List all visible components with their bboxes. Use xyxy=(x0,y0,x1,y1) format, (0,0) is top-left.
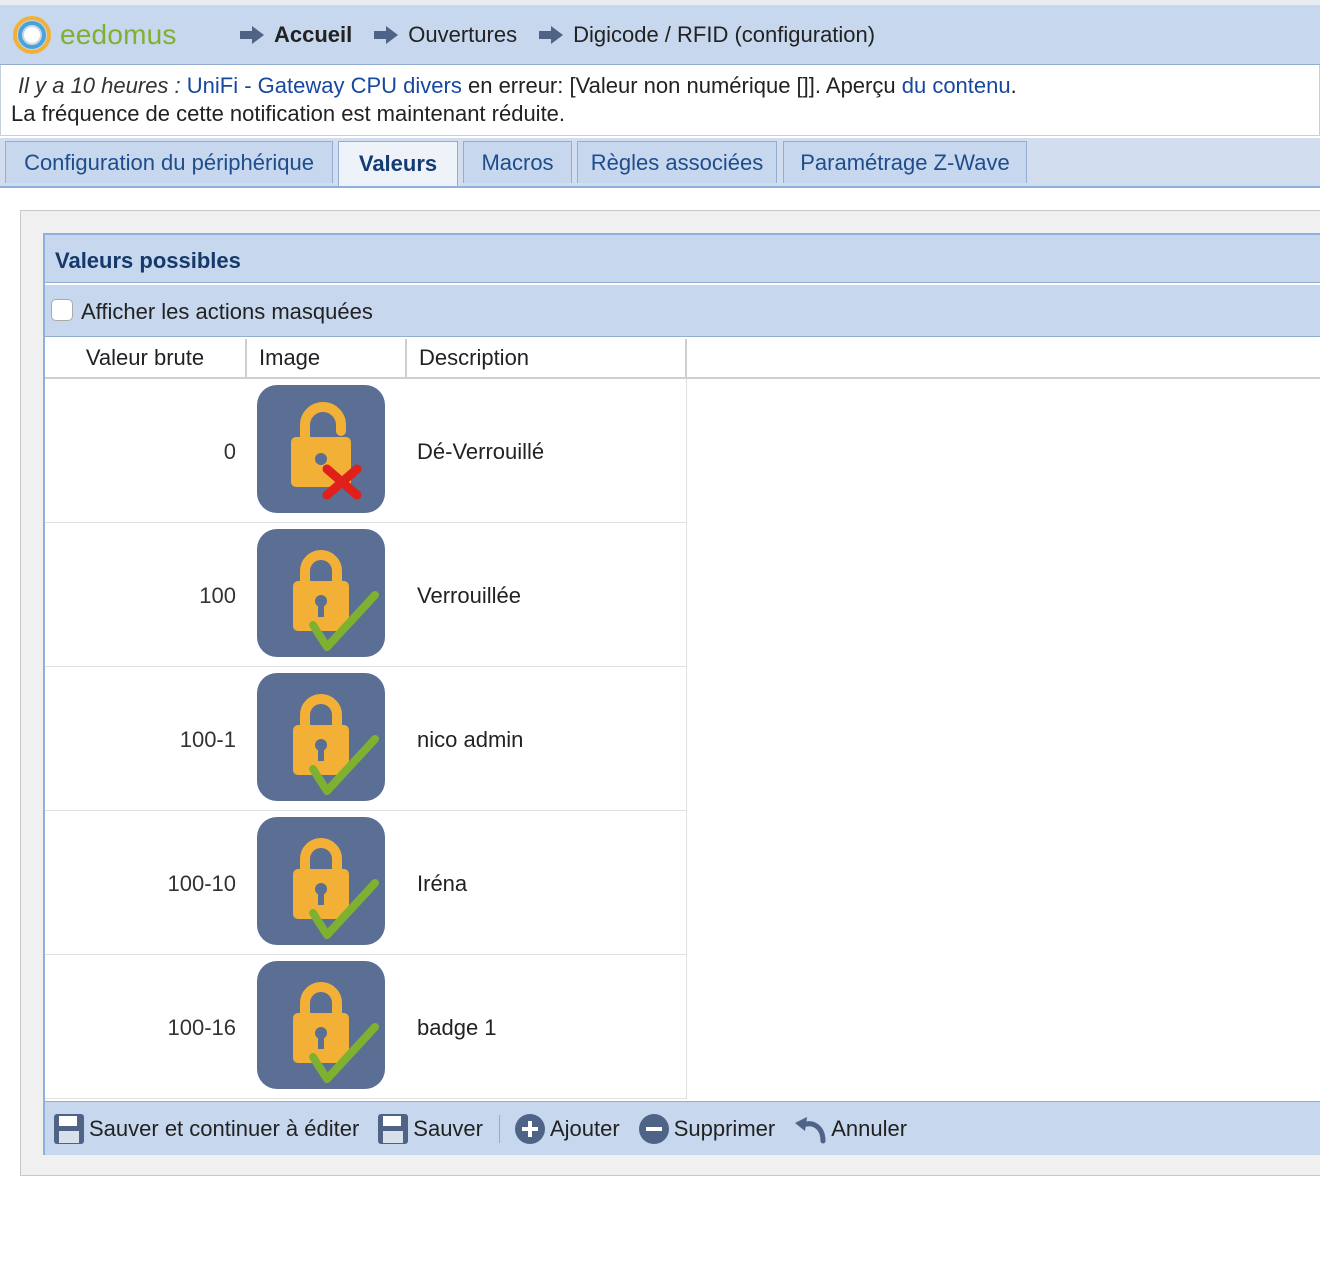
column-header-valeur-brute[interactable]: Valeur brute xyxy=(45,339,247,377)
locked-padlock-green-check-icon xyxy=(257,529,385,657)
raw-value: 100-1 xyxy=(179,727,236,752)
raw-value: 100-10 xyxy=(167,871,236,896)
show-hidden-row: Afficher les actions masquées xyxy=(45,285,1320,337)
table-header: Valeur brute Image Description xyxy=(45,339,1320,379)
breadcrumb-item-ouvertures[interactable]: Ouvertures xyxy=(372,22,517,48)
save-continue-button[interactable]: Sauver et continuer à éditer xyxy=(53,1113,359,1145)
show-hidden-checkbox[interactable] xyxy=(51,299,73,321)
locked-padlock-green-check-icon xyxy=(257,961,385,1089)
top-header: eedomus Accueil Ouvertures Digicode / RF… xyxy=(0,5,1320,65)
tab-configuration[interactable]: Configuration du périphérique xyxy=(5,141,333,183)
column-header-description[interactable]: Description xyxy=(407,339,687,377)
tab-valeurs[interactable]: Valeurs xyxy=(338,141,458,186)
toolbar-separator xyxy=(499,1114,500,1143)
tab-macros[interactable]: Macros xyxy=(463,141,572,183)
action-toolbar: Sauver et continuer à éditer Sauver Ajou… xyxy=(45,1101,1320,1155)
tab-bar: Configuration du périphérique Valeurs Ma… xyxy=(0,138,1320,188)
notification-line-1: Il y a 10 heures : UniFi - Gateway CPU d… xyxy=(18,73,1017,98)
notification-message: en erreur: [Valeur non numérique []]. Ap… xyxy=(467,73,896,98)
show-hidden-label[interactable]: Afficher les actions masquées xyxy=(81,299,373,325)
raw-value: 100 xyxy=(199,583,236,608)
column-header-image[interactable]: Image xyxy=(247,339,407,377)
delete-button[interactable]: Supprimer xyxy=(638,1113,775,1145)
breadcrumb-item-digicode[interactable]: Digicode / RFID (configuration) xyxy=(537,22,875,48)
table-row[interactable]: 100-16 badge 1 xyxy=(45,955,687,1099)
plus-circle-icon xyxy=(515,1113,545,1144)
raw-value: 0 xyxy=(223,439,236,464)
error-notification: Il y a 10 heures : UniFi - Gateway CPU d… xyxy=(0,65,1320,136)
arrow-right-icon xyxy=(374,26,399,44)
table-row[interactable]: 100-10 Iréna xyxy=(45,811,687,955)
locked-padlock-green-check-icon xyxy=(257,673,385,801)
table-row[interactable]: 100-1 nico admin xyxy=(45,667,687,811)
value-description: Verrouillée xyxy=(417,583,521,608)
values-box-title: Valeurs possibles xyxy=(55,248,241,273)
arrow-right-icon xyxy=(240,26,264,44)
floppy-disk-icon xyxy=(378,1113,409,1144)
logo[interactable]: eedomus xyxy=(12,15,177,55)
values-box-header: Valeurs possibles xyxy=(45,235,1320,283)
tab-zwave[interactable]: Paramétrage Z-Wave xyxy=(783,141,1027,183)
breadcrumb: Accueil Ouvertures Digicode / RFID (conf… xyxy=(238,22,895,48)
unlocked-padlock-red-cross-icon xyxy=(257,385,385,513)
value-description: nico admin xyxy=(417,727,524,752)
logo-text: eedomus xyxy=(60,19,177,50)
eedomus-logo-icon xyxy=(13,16,51,54)
notification-time: Il y a 10 heures : xyxy=(18,73,181,98)
cancel-button[interactable]: Annuler xyxy=(793,1113,907,1145)
minus-circle-icon xyxy=(638,1113,669,1144)
save-button[interactable]: Sauver xyxy=(377,1113,483,1145)
values-box: Valeurs possibles Afficher les actions m… xyxy=(43,233,1320,1155)
notification-device-link[interactable]: UniFi - Gateway CPU divers xyxy=(187,73,462,98)
value-description: Iréna xyxy=(417,871,468,896)
values-table-body: 0 Dé-Verrouillé 100 Verrouillée 100-1 ni… xyxy=(45,379,687,1099)
undo-arrow-icon xyxy=(795,1116,826,1143)
arrow-right-icon xyxy=(539,26,564,44)
value-description: Dé-Verrouillé xyxy=(417,439,545,464)
table-row[interactable]: 100 Verrouillée xyxy=(45,523,687,667)
tab-regles[interactable]: Règles associées xyxy=(577,141,777,183)
raw-value: 100-16 xyxy=(167,1015,236,1040)
floppy-disk-icon xyxy=(54,1113,84,1144)
notification-content-link[interactable]: du contenu xyxy=(902,73,1011,98)
add-button[interactable]: Ajouter xyxy=(514,1113,620,1145)
locked-padlock-green-check-icon xyxy=(257,817,385,945)
content-panel: Valeurs possibles Afficher les actions m… xyxy=(20,210,1320,1176)
notification-line-2: La fréquence de cette notification est m… xyxy=(11,101,566,126)
table-row[interactable]: 0 Dé-Verrouillé xyxy=(45,379,687,523)
breadcrumb-item-accueil[interactable]: Accueil xyxy=(238,22,352,48)
value-description: badge 1 xyxy=(417,1015,497,1040)
